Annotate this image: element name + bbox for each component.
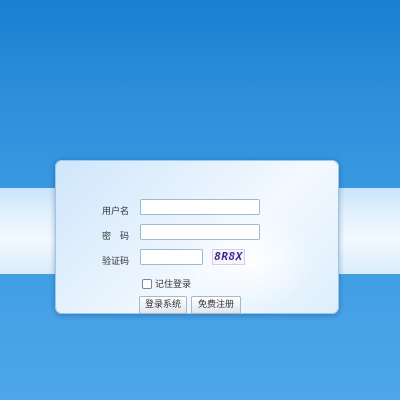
register-button[interactable]: 免费注册 (191, 296, 241, 314)
captcha-label: 验证码 (101, 257, 129, 267)
username-label: 用户名 (101, 207, 129, 217)
captcha-text: 8R8X (214, 250, 243, 263)
password-label: 密 码 (101, 232, 129, 242)
username-input[interactable] (140, 199, 260, 215)
captcha-input[interactable] (140, 249, 203, 265)
remember-label: 记住登录 (155, 280, 192, 290)
login-panel: 用户名 密 码 验证码 8R8X 记住登录 登录系统 免费注册 (55, 160, 339, 314)
captcha-image[interactable]: 8R8X (212, 249, 245, 265)
login-button[interactable]: 登录系统 (139, 296, 187, 314)
remember-checkbox[interactable] (142, 278, 152, 289)
remember-login[interactable]: 记住登录 (142, 277, 191, 290)
password-input[interactable] (140, 224, 260, 240)
